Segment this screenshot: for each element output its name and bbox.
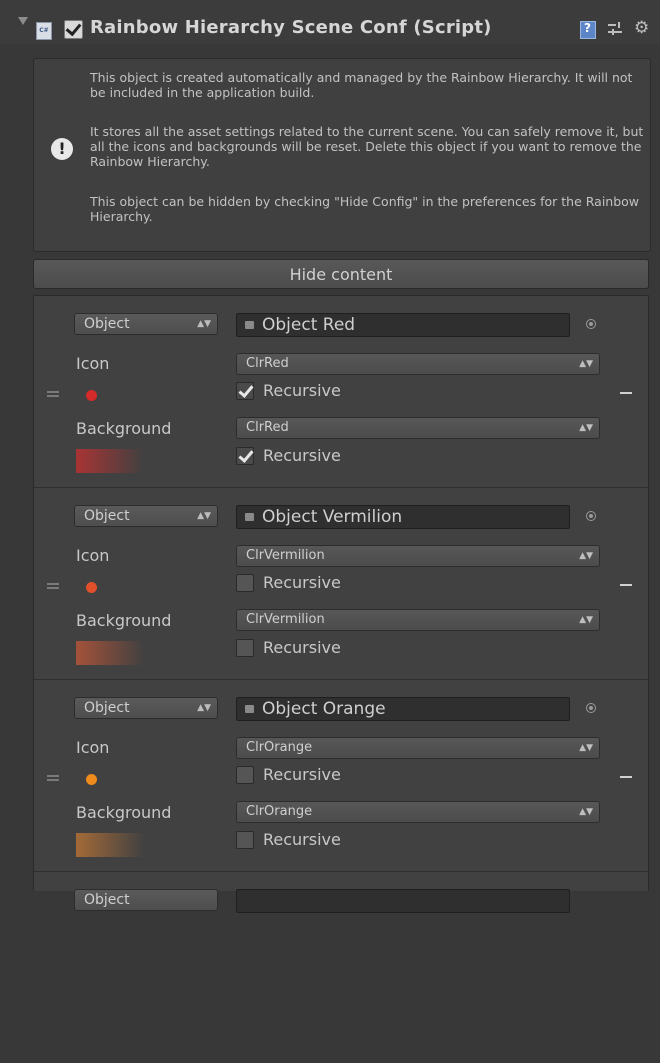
object-picker-icon[interactable]	[586, 319, 596, 329]
icon-recursive-checkbox[interactable]	[236, 766, 254, 784]
background-dropdown[interactable]: ClrOrange ▲▼	[236, 801, 600, 823]
icon-dropdown[interactable]: ClrRed ▲▼	[236, 353, 600, 375]
list-item: Object ▲▼ Object Vermilion Icon ClrVermil…	[34, 488, 648, 680]
chevron-down-icon[interactable]	[18, 17, 28, 25]
background-recursive-checkbox[interactable]	[236, 639, 254, 657]
icon-recursive-label: Recursive	[263, 381, 341, 400]
gameobject-icon	[245, 321, 254, 329]
icon-color-preview	[86, 582, 97, 593]
help-paragraph-1: This object is created automatically and…	[90, 70, 633, 100]
hide-content-button[interactable]: Hide content	[33, 259, 649, 289]
background-recursive-label: Recursive	[263, 638, 341, 657]
warning-icon	[51, 138, 73, 160]
object-name: Object Red	[262, 315, 356, 335]
checkmark-icon	[65, 19, 82, 37]
object-name: Object Orange	[262, 699, 386, 719]
object-picker-icon[interactable]	[586, 703, 596, 713]
background-dropdown[interactable]: ClrVermilion ▲▼	[236, 609, 600, 631]
type-dropdown-label: Object	[84, 892, 130, 908]
object-field[interactable]: Object Orange	[236, 697, 570, 721]
background-recursive-label: Recursive	[263, 446, 341, 465]
gameobject-icon	[245, 705, 254, 713]
dropdown-arrows-icon: ▲▼	[579, 743, 593, 753]
gameobject-icon	[245, 513, 254, 521]
script-icon: C#	[36, 22, 52, 40]
icon-label: Icon	[76, 546, 110, 565]
object-picker-icon[interactable]	[586, 511, 596, 521]
dropdown-arrows-icon: ▲▼	[579, 423, 593, 433]
icon-dropdown-label: ClrOrange	[246, 740, 313, 755]
object-field[interactable]: Object Red	[236, 313, 570, 337]
component-enabled-checkbox[interactable]	[64, 19, 83, 39]
type-dropdown[interactable]: Object ▲▼	[74, 697, 218, 719]
icon-label: Icon	[76, 738, 110, 757]
remove-entry-button[interactable]	[620, 392, 632, 394]
drag-handle-icon[interactable]	[47, 775, 59, 783]
background-label: Background	[76, 419, 172, 438]
object-field[interactable]: Object Vermilion	[236, 505, 570, 529]
component-header: C# Rainbow Hierarchy Scene Conf (Script)…	[0, 0, 660, 44]
background-color-preview	[76, 833, 144, 857]
type-dropdown[interactable]: Object ▲▼	[74, 313, 218, 335]
list-item: Object ▲▼ Object Orange Icon ClrOrange ▲▼ …	[34, 680, 648, 872]
dropdown-arrows-icon: ▲▼	[197, 511, 211, 521]
icon-color-preview	[86, 774, 97, 785]
type-dropdown[interactable]: Object ▲▼	[74, 505, 218, 527]
dropdown-arrows-icon: ▲▼	[579, 615, 593, 625]
help-book-icon[interactable]	[580, 21, 596, 39]
dropdown-arrows-icon: ▲▼	[579, 359, 593, 369]
icon-label: Icon	[76, 354, 110, 373]
background-recursive-label: Recursive	[263, 830, 341, 849]
background-color-preview	[76, 641, 144, 665]
help-paragraph-3: This object can be hidden by checking "H…	[90, 194, 640, 224]
entries-list: Object ▲▼ Object Red Icon ClrRed ▲▼ Recurs…	[33, 295, 649, 913]
background-recursive-checkbox[interactable]	[236, 447, 254, 465]
icon-color-preview	[86, 390, 97, 401]
background-dropdown-label: ClrRed	[246, 420, 289, 435]
type-dropdown[interactable]: Object	[74, 889, 218, 911]
dropdown-arrows-icon: ▲▼	[197, 703, 211, 713]
icon-dropdown[interactable]: ClrVermilion ▲▼	[236, 545, 600, 567]
icon-recursive-label: Recursive	[263, 573, 341, 592]
type-dropdown-label: Object	[84, 508, 130, 524]
icon-dropdown[interactable]: ClrOrange ▲▼	[236, 737, 600, 759]
icon-recursive-label: Recursive	[263, 765, 341, 784]
object-field[interactable]	[236, 889, 570, 913]
background-dropdown[interactable]: ClrRed ▲▼	[236, 417, 600, 439]
list-item: Object	[34, 872, 648, 1063]
type-dropdown-label: Object	[84, 700, 130, 716]
drag-handle-icon[interactable]	[47, 583, 59, 591]
component-title: Rainbow Hierarchy Scene Conf (Script)	[90, 17, 492, 38]
object-name: Object Vermilion	[262, 507, 403, 527]
drag-handle-icon[interactable]	[47, 391, 59, 399]
background-label: Background	[76, 803, 172, 822]
remove-entry-button[interactable]	[620, 584, 632, 586]
type-dropdown-label: Object	[84, 316, 130, 332]
dropdown-arrows-icon: ▲▼	[197, 319, 211, 329]
icon-recursive-checkbox[interactable]	[236, 382, 254, 400]
dropdown-arrows-icon: ▲▼	[579, 551, 593, 561]
list-item: Object ▲▼ Object Red Icon ClrRed ▲▼ Recurs…	[34, 296, 648, 488]
background-recursive-checkbox[interactable]	[236, 831, 254, 849]
remove-entry-button[interactable]	[620, 776, 632, 778]
info-helpbox: This object is created automatically and…	[33, 58, 651, 252]
background-label: Background	[76, 611, 172, 630]
preset-icon[interactable]	[608, 22, 622, 36]
help-paragraph-2: It stores all the asset settings related…	[90, 124, 644, 169]
background-dropdown-label: ClrVermilion	[246, 612, 325, 627]
gear-icon[interactable]: ⚙	[634, 18, 649, 38]
background-dropdown-label: ClrOrange	[246, 804, 313, 819]
icon-recursive-checkbox[interactable]	[236, 574, 254, 592]
dropdown-arrows-icon: ▲▼	[579, 807, 593, 817]
icon-dropdown-label: ClrRed	[246, 356, 289, 371]
background-color-preview	[76, 449, 144, 473]
icon-dropdown-label: ClrVermilion	[246, 548, 325, 563]
